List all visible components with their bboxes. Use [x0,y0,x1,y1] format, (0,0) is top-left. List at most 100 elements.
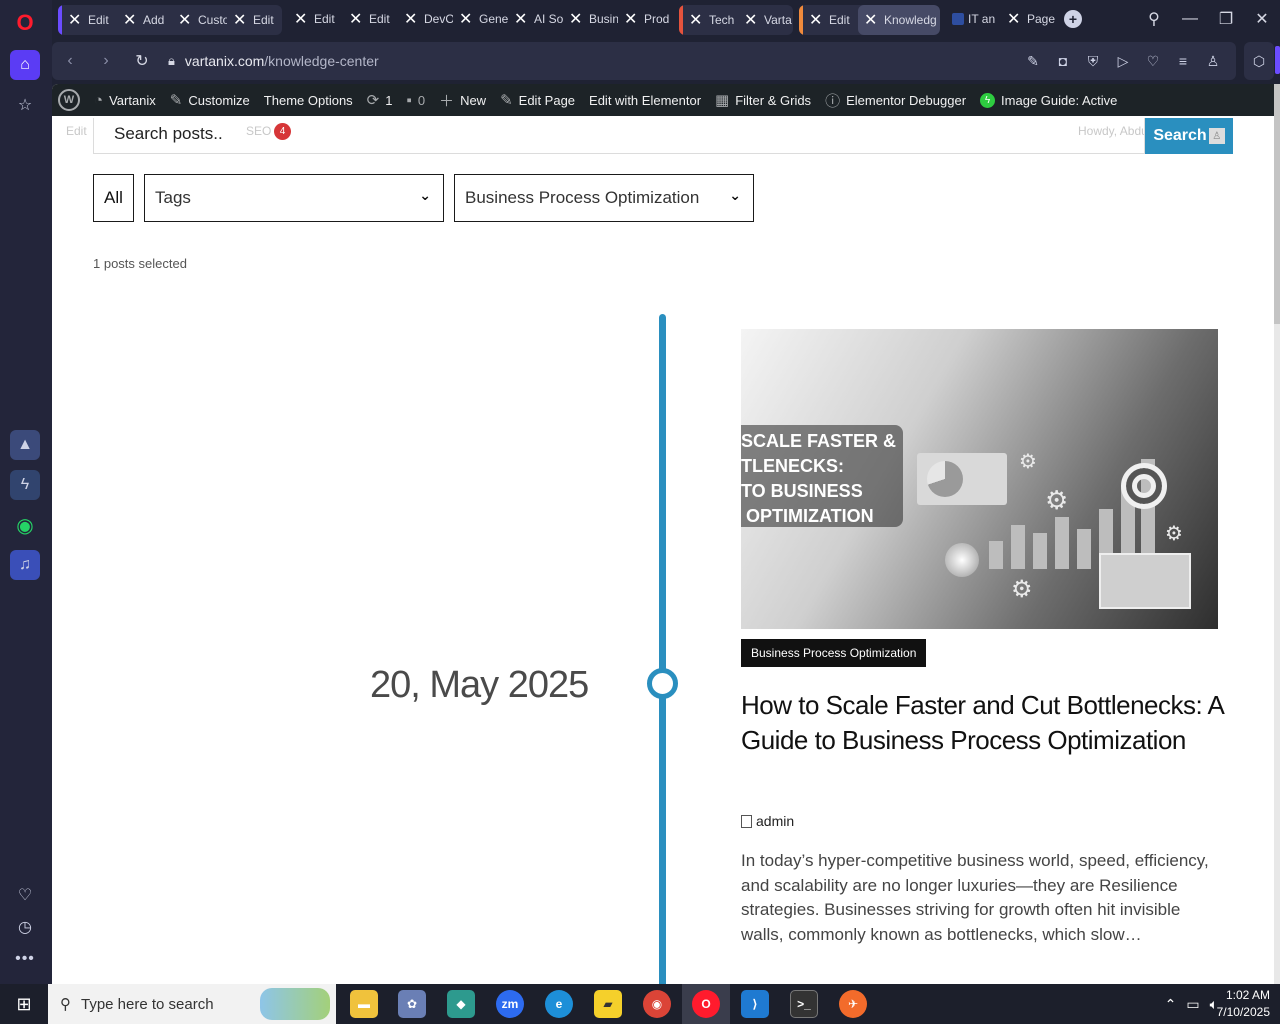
browser-tab[interactable]: ✕ Edit [227,5,282,35]
edit-with-elementor-link[interactable]: Edit with Elementor [589,93,701,108]
image-guide-link[interactable]: ϟ Image Guide: Active [980,92,1117,108]
monitor-graphic [1099,553,1191,609]
search-highlight-image [260,988,330,1020]
chrome-browser-icon[interactable]: ◉ [643,990,671,1018]
browser-tab[interactable]: ✕ Edit [803,5,858,35]
sticky-notes-icon[interactable]: ▰ [594,990,622,1018]
vscode-icon[interactable]: ⟩ [741,990,769,1018]
profile-icon[interactable]: ♙ [1198,53,1228,70]
taskbar-clock[interactable]: 1:02 AM 7/10/2025 [1217,987,1270,1021]
browser-tab-active[interactable]: ✕ Knowledg [858,5,940,35]
browser-tab[interactable]: ✕ Edit [288,4,343,34]
shield-icon[interactable]: ⛨ [1078,53,1108,70]
bar-graphic [1011,525,1025,569]
bookmarks-star-icon[interactable]: ☆ [10,90,40,120]
forward-button[interactable]: › [88,52,124,70]
zoom-app-icon[interactable]: zm [496,990,524,1018]
heart-icon[interactable]: ♡ [10,880,40,910]
messenger-icon[interactable]: ϟ [10,470,40,500]
send-icon[interactable]: ▷ [1108,53,1138,70]
postman-icon[interactable]: ✈ [839,990,867,1018]
scrollbar-thumb[interactable] [1274,84,1280,324]
whatsapp-icon[interactable]: ◉ [10,510,40,540]
reload-button[interactable]: ↻ [124,51,160,71]
search-button[interactable]: Search ♙ [1145,118,1233,154]
tab-label: Busin [589,12,618,26]
site-favicon-icon: ✕ [68,12,82,29]
history-clock-icon[interactable]: ◷ [10,912,40,942]
edit-icon[interactable]: ✎ [1018,53,1048,70]
back-button[interactable]: ‹ [52,52,88,70]
info-icon: ⓘ [825,92,841,110]
tab-label: DevO [424,12,453,26]
lock-icon[interactable]: 🔒︎ [168,53,175,69]
browser-tab[interactable]: ✕ Page [1001,4,1056,34]
aria-app-icon[interactable]: ▲ [10,430,40,460]
filter-grids-link[interactable]: ▦ Filter & Grids [715,91,811,109]
browser-tab[interactable]: ✕ Edit [343,4,398,34]
extensions-icon[interactable]: ⬡ [1244,42,1274,80]
site-favicon-icon: ✕ [1007,11,1021,28]
maximize-button[interactable]: ❐ [1208,9,1244,29]
updates-link[interactable]: ⟳ 1 [367,91,393,109]
updates-icon: ⟳ [366,92,380,109]
file-explorer-icon[interactable]: ▬ [350,990,378,1018]
user-icon [741,814,752,828]
browser-tab[interactable]: ✕ Add [117,5,172,35]
search-input[interactable]: Search posts.. [93,118,1145,154]
browser-tab[interactable]: ✕ DevO [398,4,453,34]
opera-browser-icon[interactable]: O [692,990,720,1018]
category-dropdown[interactable]: Business Process Optimization ⌄ [454,174,754,222]
new-content-menu[interactable]: ＋ New [439,90,486,111]
wp-logo-menu[interactable]: W [58,89,80,111]
doc-favicon-icon [952,13,964,25]
taskbar-search-box[interactable]: ⚲ Type here to search [48,984,336,1024]
page-scrollbar[interactable] [1274,84,1280,984]
tags-dropdown[interactable]: Tags ⌄ [144,174,444,222]
music-player-icon[interactable]: ♫ [10,550,40,580]
browser-tab[interactable]: ✕ Gene [453,4,508,34]
browser-tab[interactable]: ✕ AI So [508,4,563,34]
theme-options-link[interactable]: Theme Options [264,93,353,108]
network-icon[interactable]: ▭ [1186,996,1199,1013]
customize-link[interactable]: ✎ Customize [170,91,250,109]
close-window-button[interactable]: ✕ [1244,9,1280,29]
url-field[interactable]: vartanix.com/knowledge-center [185,53,379,69]
browser-tab[interactable]: ✕ Edit [62,5,117,35]
browser-tab[interactable]: ✕ Custo [172,5,227,35]
comments-link[interactable]: ▪ 0 [406,92,425,109]
wp-admin-bar: W ◔ Vartanix ✎ Customize Theme Options ⟳ 1 … [52,84,1274,116]
paint-app-icon[interactable]: ✿ [398,990,426,1018]
browser-tab[interactable]: IT an [946,4,1001,34]
opera-logo-icon[interactable]: O [10,8,40,38]
terminal-icon[interactable]: >_ [790,990,818,1018]
home-icon[interactable]: ⌂ [10,50,40,80]
browser-tab[interactable]: ✕ Varta [738,5,793,35]
chevron-up-icon[interactable]: ⌃ [1165,996,1177,1013]
windows-start-icon[interactable]: ⊞ [0,984,48,1024]
new-tab-button[interactable]: + [1064,10,1082,28]
browser-tab[interactable]: ✕ Tech [683,5,738,35]
tab-label: Prod [644,12,670,26]
filter-all-button[interactable]: All [93,174,134,222]
post-title[interactable]: How to Scale Faster and Cut Bottlenecks:… [741,688,1231,758]
more-options-icon[interactable]: ••• [10,944,40,974]
ghost-admin-edit: Edit [66,124,87,138]
site-name-menu[interactable]: ◔ Vartanix [94,92,156,109]
post-category-tag[interactable]: Business Process Optimization [741,639,927,667]
tab-label: IT an [968,12,996,26]
post-thumbnail[interactable]: SCALE FASTER & TLENECKS: TO BUSINESS OPT… [741,329,1218,629]
minimize-button[interactable]: — [1172,10,1208,28]
tab-search-icon[interactable]: ⚲ [1136,9,1172,29]
edge-browser-icon[interactable]: e [545,990,573,1018]
heart-icon[interactable]: ♡ [1138,53,1168,70]
easy-setup-icon[interactable]: ≡ [1168,53,1198,69]
customize-label: Customize [188,92,250,108]
camera-icon[interactable]: ◘ [1048,53,1078,69]
elementor-debugger-link[interactable]: ⓘ Elementor Debugger [825,90,966,111]
post-author[interactable]: admin [741,813,794,829]
app-diamond-icon[interactable]: ◆ [447,990,475,1018]
edit-page-link[interactable]: ✎ Edit Page [500,91,575,109]
browser-tab[interactable]: ✕ Prod [618,4,673,34]
browser-tab[interactable]: ✕ Busin [563,4,618,34]
